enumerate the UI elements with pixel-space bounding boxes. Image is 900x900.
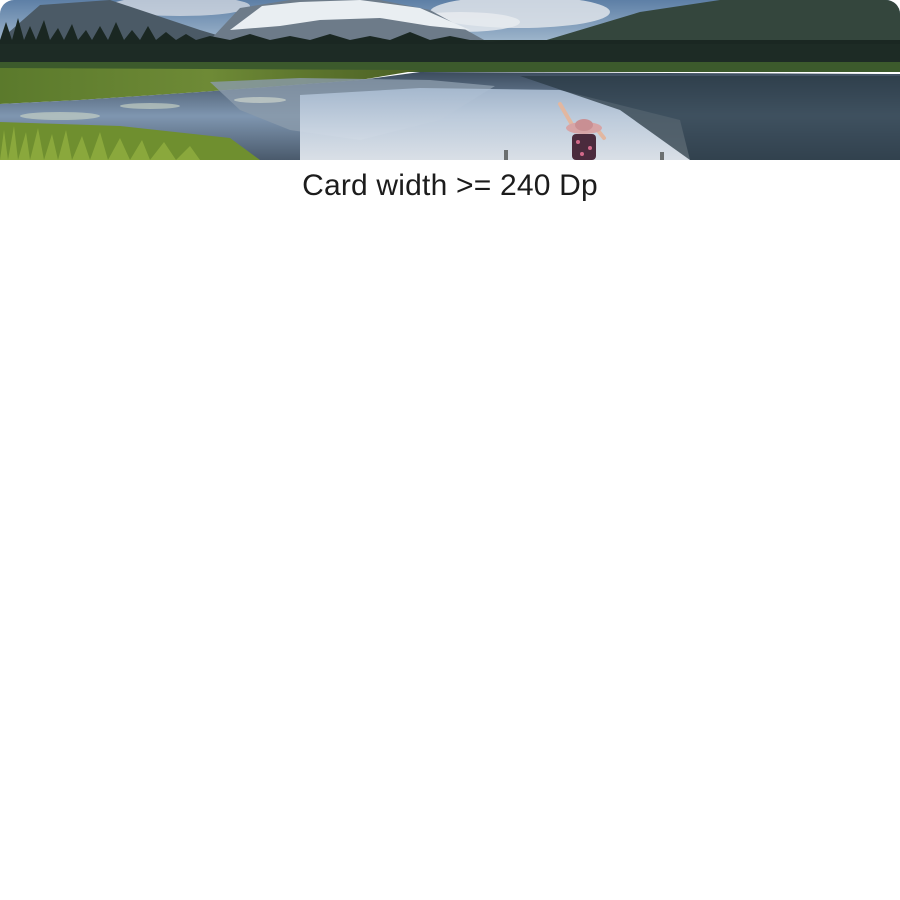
screen: Card width >= 240 Dp <box>0 0 900 900</box>
card-image <box>0 0 900 160</box>
card-caption: Card width >= 240 Dp <box>302 169 598 202</box>
card[interactable]: Card width >= 240 Dp <box>0 0 900 208</box>
landscape-photo <box>0 0 900 160</box>
